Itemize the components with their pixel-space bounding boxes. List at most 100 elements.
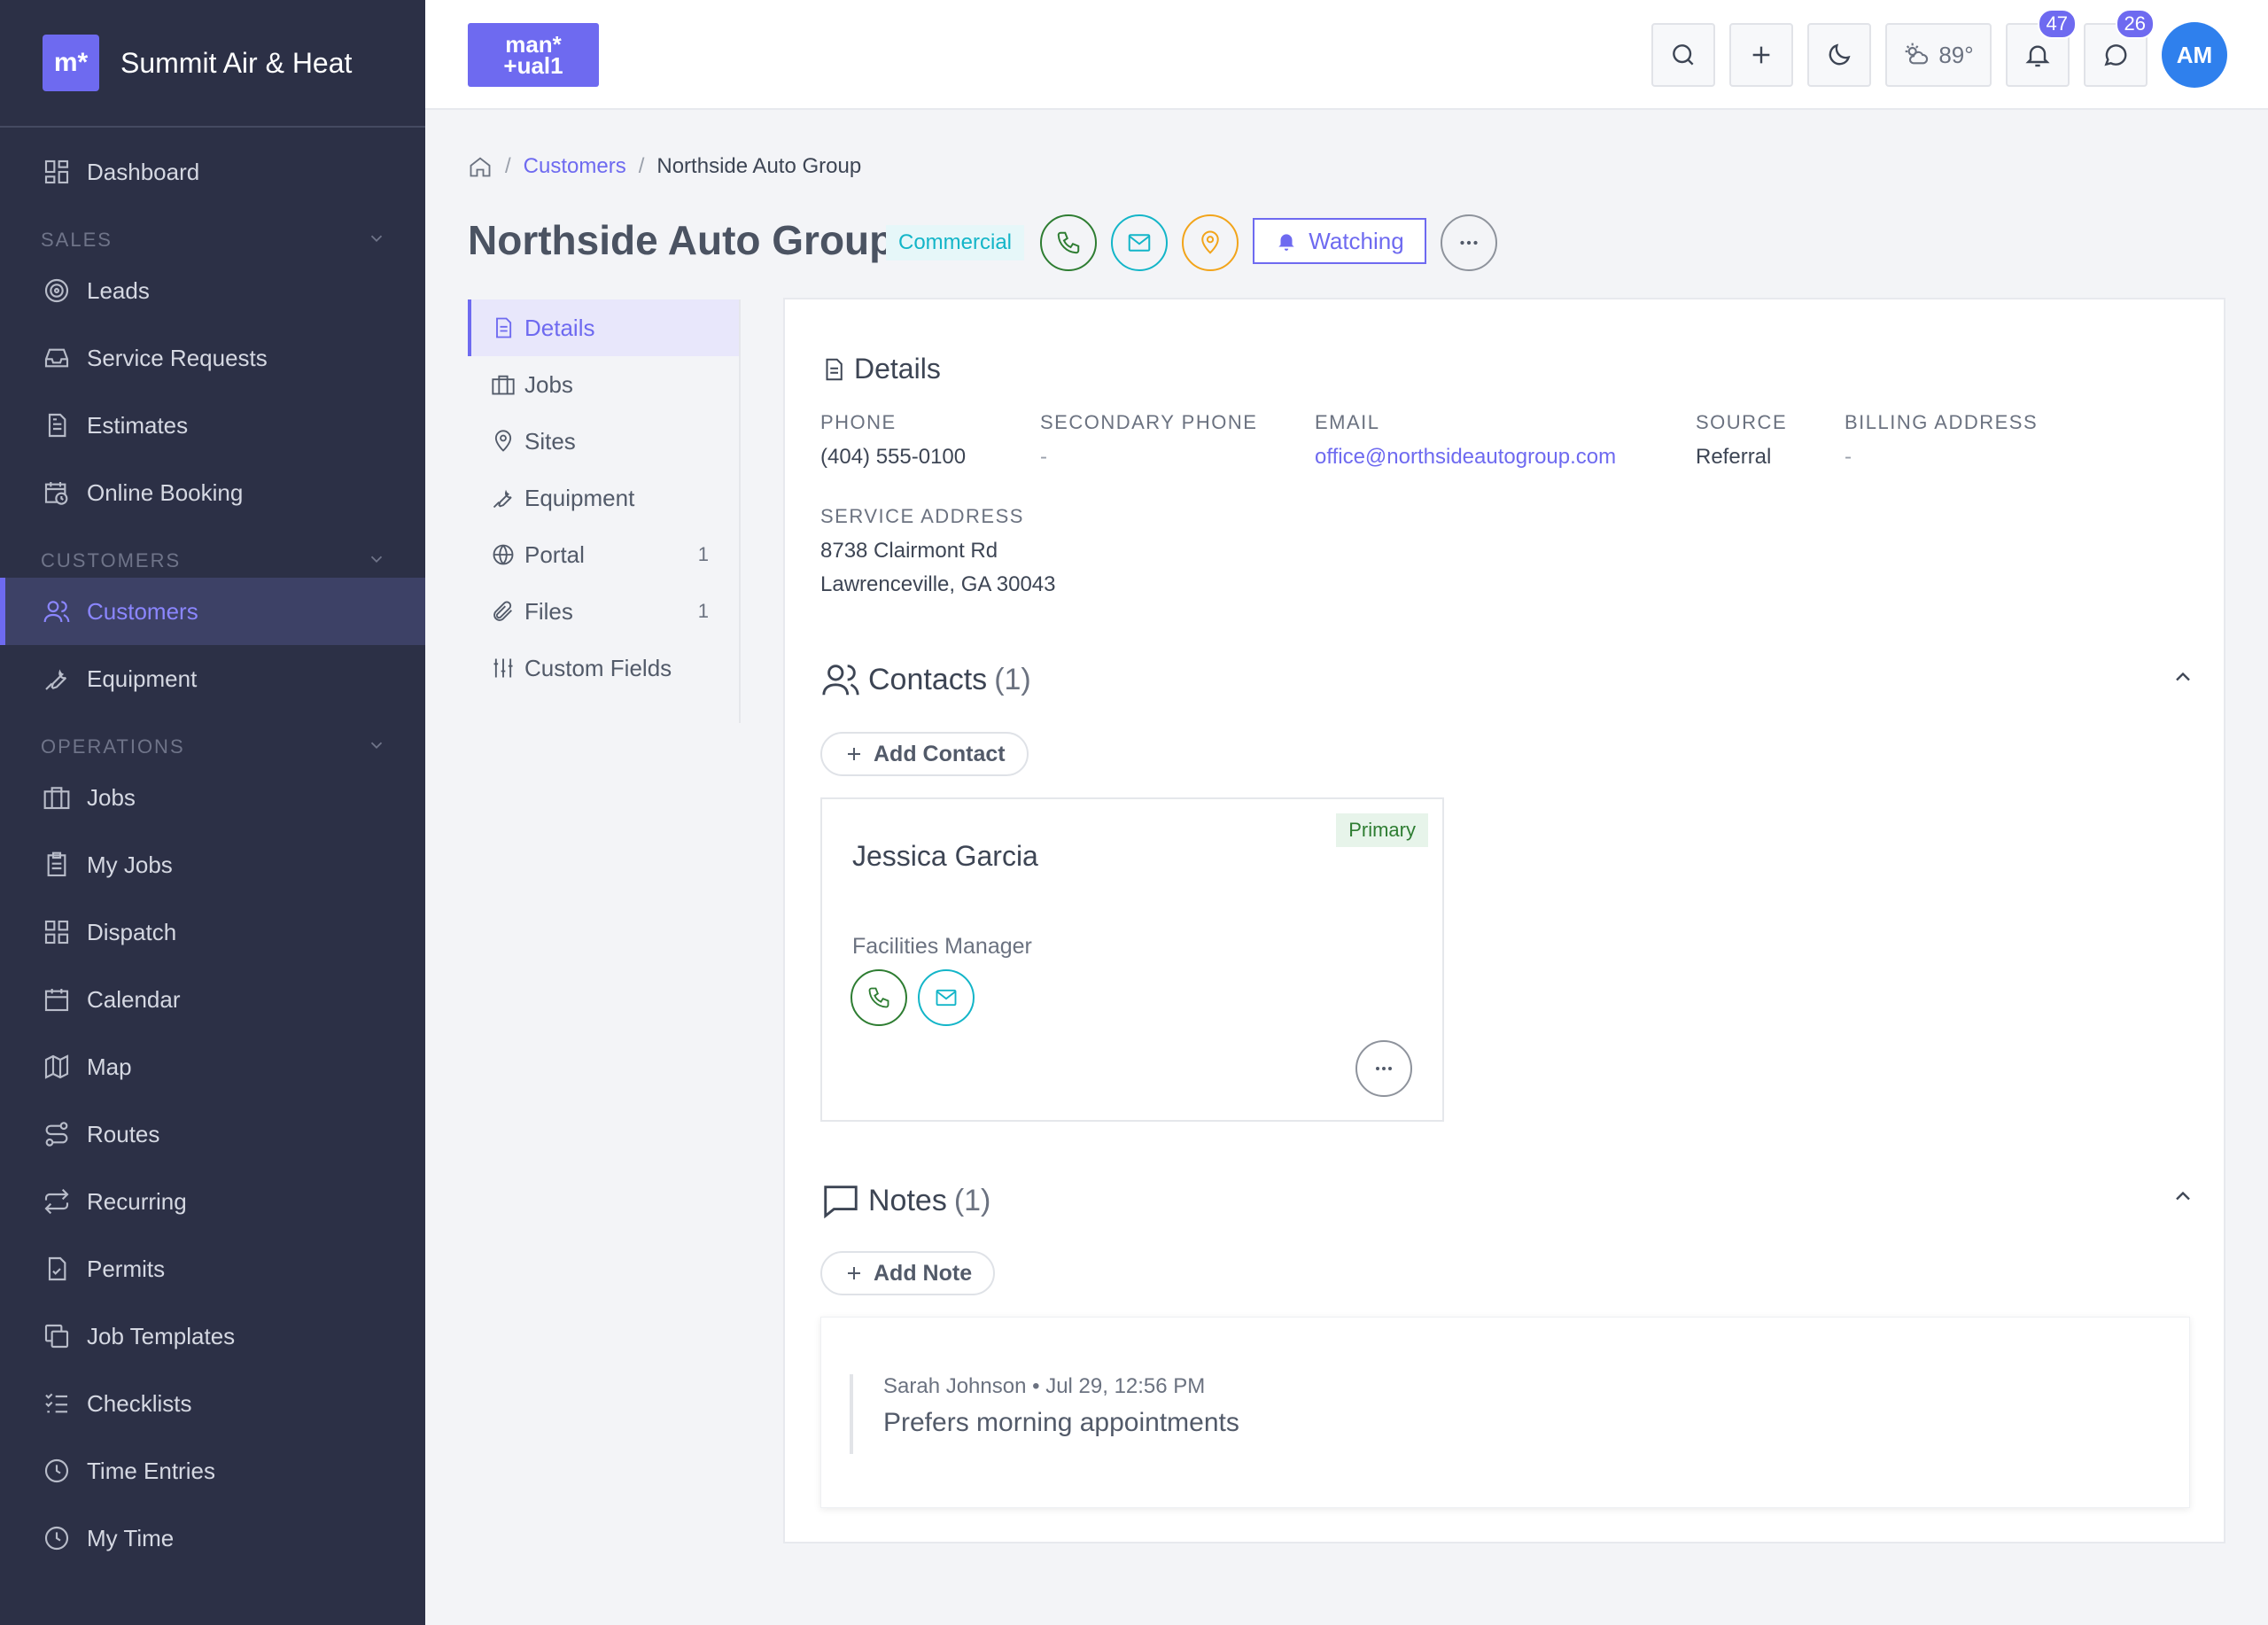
sidebar-item-jobs[interactable]: Jobs (0, 764, 425, 831)
add-contact-label: Add Contact (874, 741, 1006, 766)
contact-more-button[interactable] (1355, 1040, 1412, 1097)
brand[interactable]: m* Summit Air & Heat (0, 0, 425, 128)
contacts-collapse-icon[interactable] (2171, 665, 2195, 689)
sidebar-item-job-templates[interactable]: Job Templates (0, 1302, 425, 1370)
app-logo[interactable]: man* +ual1 (468, 23, 599, 87)
add-contact-button[interactable]: Add Contact (820, 732, 1029, 776)
tab-equipment[interactable]: Equipment (468, 470, 739, 526)
avatar[interactable]: AM (2162, 22, 2227, 88)
breadcrumb-separator: / (505, 154, 511, 178)
add-note-button[interactable]: Add Note (820, 1251, 996, 1295)
sidebar-item-permits[interactable]: Permits (0, 1235, 425, 1302)
users-icon (43, 597, 71, 626)
tab-sites[interactable]: Sites (468, 413, 739, 470)
tab-details[interactable]: Details (468, 299, 739, 356)
theme-toggle-button[interactable] (1807, 23, 1871, 87)
page-title: Northside Auto Group (468, 217, 895, 263)
sidebar-item-label: Calendar (87, 985, 181, 1013)
home-icon[interactable] (468, 154, 493, 179)
target-icon (43, 276, 71, 305)
sidebar-item-label: Equipment (87, 665, 198, 692)
globe-icon (493, 544, 514, 565)
sidebar-item-estimates[interactable]: Estimates (0, 392, 425, 459)
wrench-icon (493, 489, 512, 509)
email-contact-button[interactable] (918, 969, 975, 1026)
tab-label: Details (524, 314, 595, 341)
call-contact-button[interactable] (850, 969, 907, 1026)
sidebar-item-label: Checklists (87, 1389, 192, 1417)
contact-name[interactable]: Jessica Garcia (852, 840, 1038, 873)
watching-button[interactable]: Watching (1253, 218, 1426, 264)
copy-icon (43, 1322, 71, 1350)
sidebar-item-my-jobs[interactable]: My Jobs (0, 831, 425, 898)
sidebar-item-dispatch[interactable]: Dispatch (0, 898, 425, 966)
notes-heading: Notes (1) (820, 1180, 990, 1221)
details-heading: Details (820, 353, 941, 385)
moon-icon (1829, 43, 1851, 66)
email-label: EMAIL (1315, 411, 1380, 433)
email-customer-button[interactable] (1111, 214, 1168, 271)
sidebar-item-service-requests[interactable]: Service Requests (0, 324, 425, 392)
phone-value[interactable]: (404) 555-0100 (820, 445, 966, 470)
sidebar-item-time-entries[interactable]: Time Entries (0, 1437, 425, 1504)
tab-custom-fields[interactable]: Custom Fields (468, 640, 739, 696)
sidebar-item-online-booking[interactable]: Online Booking (0, 459, 425, 526)
ellipsis-icon (1376, 1067, 1392, 1070)
email-link[interactable]: office@northsideautogroup.com (1315, 445, 1616, 470)
chevron-down-icon (370, 556, 383, 564)
customer-type-tag: Commercial (886, 225, 1025, 260)
search-button[interactable] (1651, 23, 1715, 87)
brand-name: Summit Air & Heat (120, 46, 353, 79)
notes-title: Notes (868, 1183, 947, 1217)
breadcrumb-customers-link[interactable]: Customers (524, 154, 626, 179)
sidebar-item-leads[interactable]: Leads (0, 257, 425, 324)
sidebar-item-recurring[interactable]: Recurring (0, 1168, 425, 1235)
notes-count: (1) (953, 1183, 991, 1217)
sidebar-item-checklists[interactable]: Checklists (0, 1370, 425, 1437)
note-text: Prefers morning appointments (883, 1408, 1239, 1437)
tab-jobs[interactable]: Jobs (468, 356, 739, 413)
sidebar-item-customers[interactable]: Customers (0, 578, 425, 645)
sidebar-item-map[interactable]: Map (0, 1033, 425, 1100)
secondary-phone-value: - (1040, 445, 1047, 469)
call-customer-button[interactable] (1040, 214, 1097, 271)
tab-label: Files (524, 597, 573, 625)
location-button[interactable] (1182, 214, 1239, 271)
section-label: OPERATIONS (41, 735, 185, 758)
briefcase-icon (492, 375, 515, 395)
breadcrumb-separator: / (638, 154, 645, 178)
tab-count: 1 (697, 600, 709, 622)
watching-label: Watching (1309, 227, 1404, 254)
tab-portal[interactable]: Portal 1 (468, 526, 739, 583)
checklist-icon (43, 1389, 71, 1418)
notifications-button[interactable]: 47 (2006, 9, 2077, 87)
sidebar-section-sales[interactable]: SALES (0, 206, 425, 257)
paperclip-icon (493, 601, 512, 621)
sidebar-item-routes[interactable]: Routes (0, 1100, 425, 1168)
sidebar-item-label: Online Booking (87, 478, 244, 506)
sidebar-item-label: Routes (87, 1120, 160, 1147)
sidebar-item-label: Jobs (87, 783, 136, 811)
weather-icon (1905, 43, 1929, 65)
tab-files[interactable]: Files 1 (468, 583, 739, 640)
sidebar-item-equipment[interactable]: Equipment (0, 645, 425, 712)
sidebar-item-label: Job Templates (87, 1322, 236, 1349)
mail-icon (936, 989, 957, 1007)
add-button[interactable] (1729, 23, 1793, 87)
ellipsis-icon (1460, 240, 1478, 245)
sidebar-section-customers[interactable]: CUSTOMERS (0, 526, 425, 578)
sidebar-section-operations[interactable]: OPERATIONS (0, 712, 425, 764)
sidebar-item-my-time[interactable]: My Time (0, 1504, 425, 1572)
chat-icon (824, 1186, 858, 1219)
tab-label: Sites (524, 427, 576, 455)
more-actions-button[interactable] (1441, 214, 1497, 271)
sidebar-item-dashboard[interactable]: Dashboard (0, 138, 425, 206)
notes-collapse-icon[interactable] (2171, 1184, 2195, 1209)
sidebar-item-calendar[interactable]: Calendar (0, 966, 425, 1033)
calendar-clock-icon (43, 478, 71, 507)
weather-widget[interactable]: 89° (1885, 23, 1992, 87)
document-icon (496, 317, 512, 338)
source-value: Referral (1696, 445, 1772, 469)
sidebar-item-label: Dispatch (87, 918, 177, 945)
messages-button[interactable]: 26 (2084, 9, 2155, 87)
